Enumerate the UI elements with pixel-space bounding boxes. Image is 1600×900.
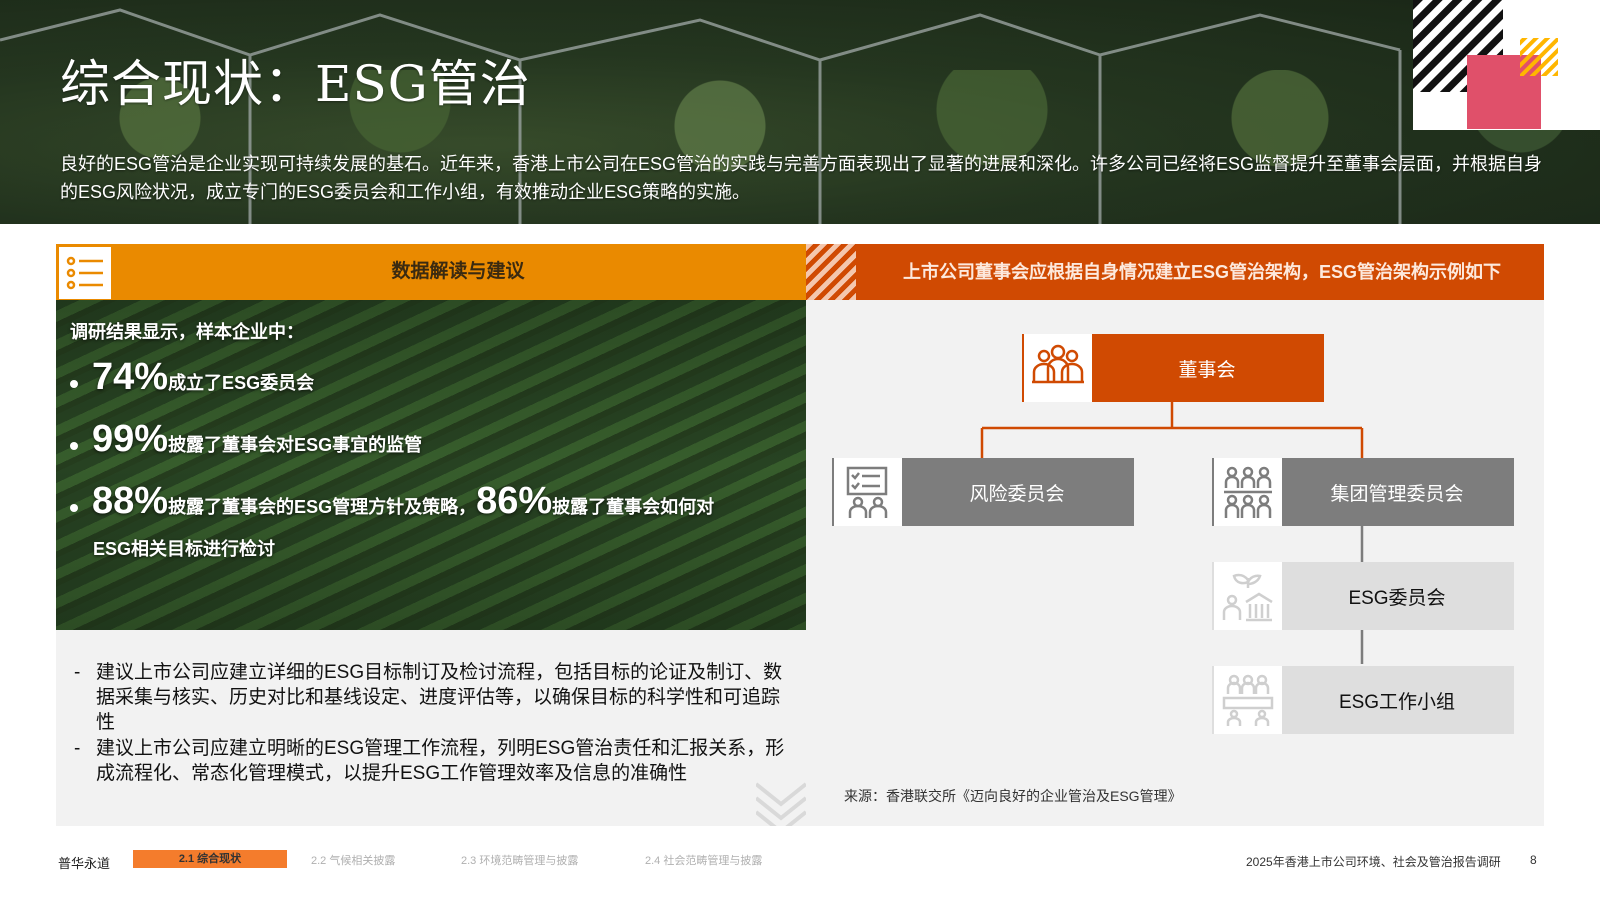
survey-intro: 调研结果显示，样本企业中： [70, 322, 304, 342]
meeting-table-icon [1214, 666, 1282, 734]
stat-item: 99%披露了董事会对ESG事宜的监管 [70, 418, 422, 461]
bullet-icon [70, 504, 78, 513]
org-box-esg-committee: ESG委员会 [1212, 562, 1514, 630]
nav-tab-2-3[interactable]: 2.3 环境范畴管理与披露 [461, 852, 578, 868]
stat-text-3: ESG相关目标进行检讨 [93, 539, 276, 559]
org-label: 集团管理委员会 [1330, 483, 1464, 505]
org-box-risk-committee: 风险委员会 [832, 458, 1134, 526]
nav-tab-2-2[interactable]: 2.2 气候相关披露 [311, 852, 395, 868]
stat-text: 披露了董事会的ESG管理方针及策略， [168, 497, 477, 517]
org-label: 董事会 [1178, 359, 1236, 381]
stat-text: 成立了ESG委员会 [168, 373, 315, 393]
org-label: 风险委员会 [969, 483, 1065, 505]
org-box-group-committee: 集团管理委员会 [1212, 458, 1514, 526]
source-note: 来源：香港联交所《迈向良好的企业管治及ESG管理》 [844, 788, 1182, 804]
org-people-icon [1214, 458, 1282, 526]
footer-brand: 普华永道 [58, 856, 111, 871]
page-number: 8 [1530, 853, 1537, 867]
org-label: ESG工作小组 [1338, 691, 1456, 713]
stat-text: 披露了董事会对ESG事宜的监管 [168, 435, 423, 455]
bullet-icon [70, 380, 78, 389]
checklist-people-icon [834, 458, 902, 526]
nav-tab-2-4[interactable]: 2.4 社会范畴管理与披露 [645, 852, 762, 868]
people-group-icon [1024, 334, 1092, 402]
nav-tab-2-1[interactable]: 2.1 综合现状 [133, 850, 287, 868]
org-box-board: 董事会 [1022, 334, 1324, 402]
stat-text-2: 披露了董事会如何对 [552, 497, 715, 517]
stat-item: 88%披露了董事会的ESG管理方针及策略，86%披露了董事会如何对 [70, 480, 790, 523]
plant-building-icon [1214, 562, 1282, 630]
stat-value: 99% [92, 418, 169, 460]
report-title: 2025年香港上市公司环境、社会及管治报告调研 [1246, 855, 1501, 869]
stat-value: 88% [92, 480, 169, 522]
org-box-esg-working-group: ESG工作小组 [1212, 666, 1514, 734]
stat-item: 74%成立了ESG委员会 [70, 356, 314, 399]
stat-value-2: 86% [476, 480, 553, 522]
org-label: ESG委员会 [1348, 587, 1446, 609]
stat-value: 74% [92, 356, 169, 398]
bullet-icon [70, 442, 78, 451]
